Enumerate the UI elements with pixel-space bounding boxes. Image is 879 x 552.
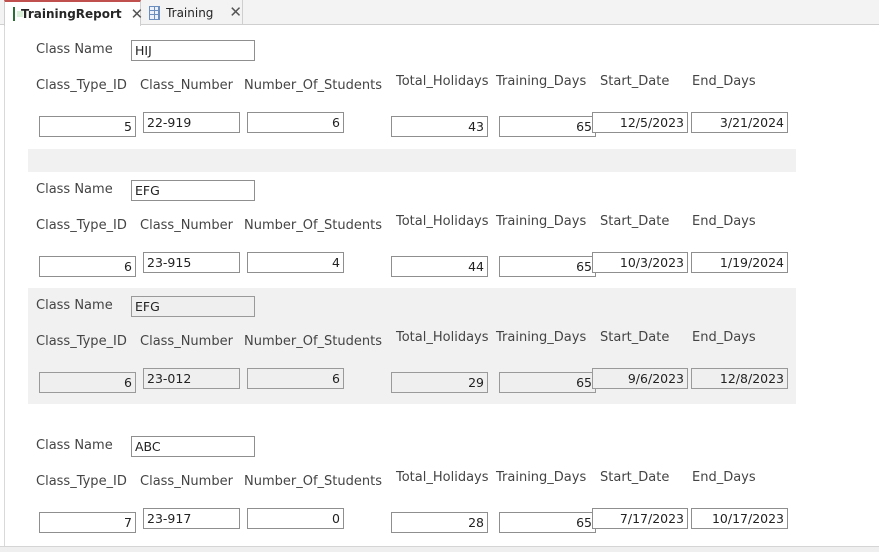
number-of-students-field[interactable]: 0 (247, 508, 344, 529)
end-days-field[interactable]: 10/17/2023 (691, 508, 788, 529)
total-holidays-field[interactable]: 43 (391, 116, 488, 137)
total-holidays-label: Total_Holidays (396, 470, 489, 485)
class-name-label: Class Name (36, 42, 113, 57)
start-date-field[interactable]: 7/17/2023 (592, 508, 688, 529)
class-name-label: Class Name (36, 182, 113, 197)
class-type-id-field[interactable]: 6 (39, 256, 136, 277)
tab-label: Training (166, 5, 214, 20)
total-holidays-label: Total_Holidays (396, 214, 489, 229)
class-name-label: Class Name (36, 298, 113, 313)
end-days-label: End_Days (692, 330, 756, 345)
total-holidays-label: Total_Holidays (396, 74, 489, 89)
start-date-field[interactable]: 10/3/2023 (592, 252, 688, 273)
tab-trainingreport[interactable]: TrainingReport ✕ (4, 0, 143, 26)
total-holidays-field[interactable]: 28 (391, 512, 488, 533)
class-type-id-label: Class_Type_ID (36, 218, 127, 233)
total-holidays-field[interactable]: 44 (391, 256, 488, 277)
end-days-label: End_Days (692, 74, 756, 89)
horizontal-scrollbar[interactable] (0, 546, 879, 552)
class-number-label: Class_Number (140, 218, 233, 233)
total-holidays-label: Total_Holidays (396, 330, 489, 345)
number-of-students-field[interactable]: 6 (247, 112, 344, 133)
start-date-label: Start_Date (600, 74, 670, 89)
class-name-field[interactable]: HIJ (131, 40, 255, 61)
total-holidays-field[interactable]: 29 (391, 372, 488, 393)
class-type-id-label: Class_Type_ID (36, 78, 127, 93)
class-type-id-field[interactable]: 7 (39, 512, 136, 533)
number-of-students-label: Number_Of_Students (244, 474, 382, 489)
document-tab-bar: TrainingReport ✕ Training ✕ (0, 0, 879, 26)
start-date-label: Start_Date (600, 214, 670, 229)
end-days-label: End_Days (692, 214, 756, 229)
training-days-field[interactable]: 65 (499, 512, 596, 533)
record-2: Class Name EFG Class_Type_ID Class_Numbe… (28, 288, 796, 404)
record-0: Class Name HIJ Class_Type_ID Class_Numbe… (28, 32, 796, 148)
class-name-field[interactable]: EFG (131, 180, 255, 201)
number-of-students-label: Number_Of_Students (244, 334, 382, 349)
training-days-label: Training_Days (496, 470, 587, 485)
start-date-label: Start_Date (600, 470, 670, 485)
record-3: Class Name ABC Class_Type_ID Class_Numbe… (28, 428, 796, 544)
start-date-field[interactable]: 12/5/2023 (592, 112, 688, 133)
class-name-field[interactable]: ABC (131, 436, 255, 457)
number-of-students-label: Number_Of_Students (244, 218, 382, 233)
end-days-field[interactable]: 3/21/2024 (691, 112, 788, 133)
training-days-field[interactable]: 65 (499, 116, 596, 137)
table-icon (149, 5, 161, 20)
class-number-field[interactable]: 23-915 (143, 252, 240, 273)
report-canvas: Class Name HIJ Class_Type_ID Class_Numbe… (0, 26, 879, 546)
end-days-field[interactable]: 1/19/2024 (691, 252, 788, 273)
close-icon[interactable]: ✕ (229, 5, 242, 20)
class-type-id-label: Class_Type_ID (36, 474, 127, 489)
start-date-field[interactable]: 9/6/2023 (592, 368, 688, 389)
end-days-label: End_Days (692, 470, 756, 485)
training-days-label: Training_Days (496, 214, 587, 229)
class-type-id-field[interactable]: 5 (39, 116, 136, 137)
report-icon (13, 7, 23, 21)
class-number-label: Class_Number (140, 474, 233, 489)
number-of-students-field[interactable]: 6 (247, 368, 344, 389)
training-days-field[interactable]: 65 (499, 372, 596, 393)
class-type-id-field[interactable]: 6 (39, 372, 136, 393)
training-days-label: Training_Days (496, 74, 587, 89)
class-number-label: Class_Number (140, 334, 233, 349)
tab-training[interactable]: Training ✕ (141, 0, 243, 25)
class-number-field[interactable]: 23-917 (143, 508, 240, 529)
end-days-field[interactable]: 12/8/2023 (691, 368, 788, 389)
tab-label: TrainingReport (21, 7, 122, 21)
class-number-label: Class_Number (140, 78, 233, 93)
training-days-label: Training_Days (496, 330, 587, 345)
number-of-students-label: Number_Of_Students (244, 78, 382, 93)
class-name-label: Class Name (36, 438, 113, 453)
class-number-field[interactable]: 23-012 (143, 368, 240, 389)
section-separator (28, 149, 796, 172)
class-number-field[interactable]: 22-919 (143, 112, 240, 133)
report-margin-line (4, 26, 5, 546)
class-name-field[interactable]: EFG (131, 296, 255, 317)
training-days-field[interactable]: 65 (499, 256, 596, 277)
class-type-id-label: Class_Type_ID (36, 334, 127, 349)
start-date-label: Start_Date (600, 330, 670, 345)
number-of-students-field[interactable]: 4 (247, 252, 344, 273)
record-1: Class Name EFG Class_Type_ID Class_Numbe… (28, 172, 796, 288)
